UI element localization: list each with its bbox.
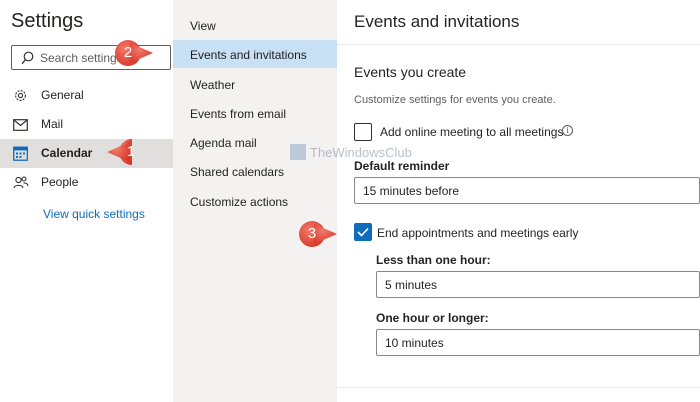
default-reminder-dropdown[interactable]: 15 minutes before	[354, 177, 700, 204]
info-icon[interactable]: i	[562, 125, 573, 136]
watermark: TheWindowsClub	[290, 143, 412, 161]
title-divider	[337, 44, 700, 45]
subnav-item-weather[interactable]: Weather	[173, 70, 337, 98]
step-number: 1	[126, 143, 136, 160]
search-icon	[21, 51, 34, 65]
section-title: Events you create	[354, 64, 467, 80]
subnav-item-label: Agenda mail	[190, 136, 257, 150]
page-title: Events and invitations	[354, 12, 520, 31]
subnav-item-events-from-email[interactable]: Events from email	[173, 99, 337, 127]
events-invitations-panel: Events and invitations Events you create…	[337, 0, 700, 402]
subnav-item-label: Customize actions	[190, 195, 289, 209]
nav-item-people[interactable]: People	[0, 168, 173, 197]
checkmark-icon	[357, 227, 369, 237]
subnav-item-events-invitations[interactable]: Events and invitations	[173, 40, 337, 68]
end-early-checkbox[interactable]	[354, 223, 372, 241]
step-number: 2	[123, 44, 133, 61]
nav-item-general[interactable]: General	[0, 81, 173, 110]
bottom-divider	[337, 387, 700, 388]
step-marker-1: 1	[104, 136, 148, 168]
subnav-item-label: Weather	[190, 78, 236, 92]
nav-item-label: General	[41, 88, 84, 102]
default-reminder-label: Default reminder	[354, 159, 450, 173]
hour-or-longer-dropdown[interactable]: 10 minutes	[376, 329, 700, 356]
hour-or-longer-value: 10 minutes	[385, 336, 444, 350]
subnav-item-shared-calendars[interactable]: Shared calendars	[173, 157, 337, 185]
settings-title: Settings	[11, 10, 84, 32]
view-quick-settings-link[interactable]: View quick settings	[43, 207, 145, 221]
watermark-text: TheWindowsClub	[310, 144, 412, 160]
online-meeting-checkbox[interactable]	[354, 123, 372, 141]
watermark-logo	[290, 144, 306, 160]
step-marker-2: 2	[112, 37, 156, 69]
default-reminder-value: 15 minutes before	[363, 184, 460, 198]
calendar-icon	[12, 145, 29, 162]
subnav-item-label: Events from email	[190, 107, 287, 121]
people-icon	[12, 174, 29, 191]
less-than-hour-dropdown[interactable]: 5 minutes	[376, 271, 700, 298]
subnav-item-label: View	[190, 19, 216, 33]
mail-icon	[12, 116, 29, 133]
calendar-settings-nav: View Events and invitations Weather Even…	[173, 0, 337, 402]
nav-item-label: People	[41, 175, 79, 189]
section-description: Customize settings for events you create…	[354, 94, 556, 106]
step-marker-3: 3	[296, 218, 340, 250]
hour-or-longer-label: One hour or longer:	[376, 311, 489, 325]
subnav-item-customize-actions[interactable]: Customize actions	[173, 187, 337, 215]
step-number: 3	[307, 225, 317, 242]
less-than-hour-label: Less than one hour:	[376, 253, 491, 267]
nav-item-label: Calendar	[41, 146, 93, 160]
subnav-item-label: Events and invitations	[190, 48, 307, 62]
end-early-label: End appointments and meetings early	[377, 226, 579, 240]
less-than-hour-value: 5 minutes	[385, 278, 438, 292]
online-meeting-label: Add online meeting to all meetings	[380, 125, 564, 139]
subnav-item-label: Shared calendars	[190, 165, 285, 179]
nav-item-label: Mail	[41, 117, 64, 131]
nav-item-mail[interactable]: Mail	[0, 110, 173, 139]
gear-icon	[12, 87, 29, 104]
subnav-item-view[interactable]: View	[173, 11, 337, 39]
